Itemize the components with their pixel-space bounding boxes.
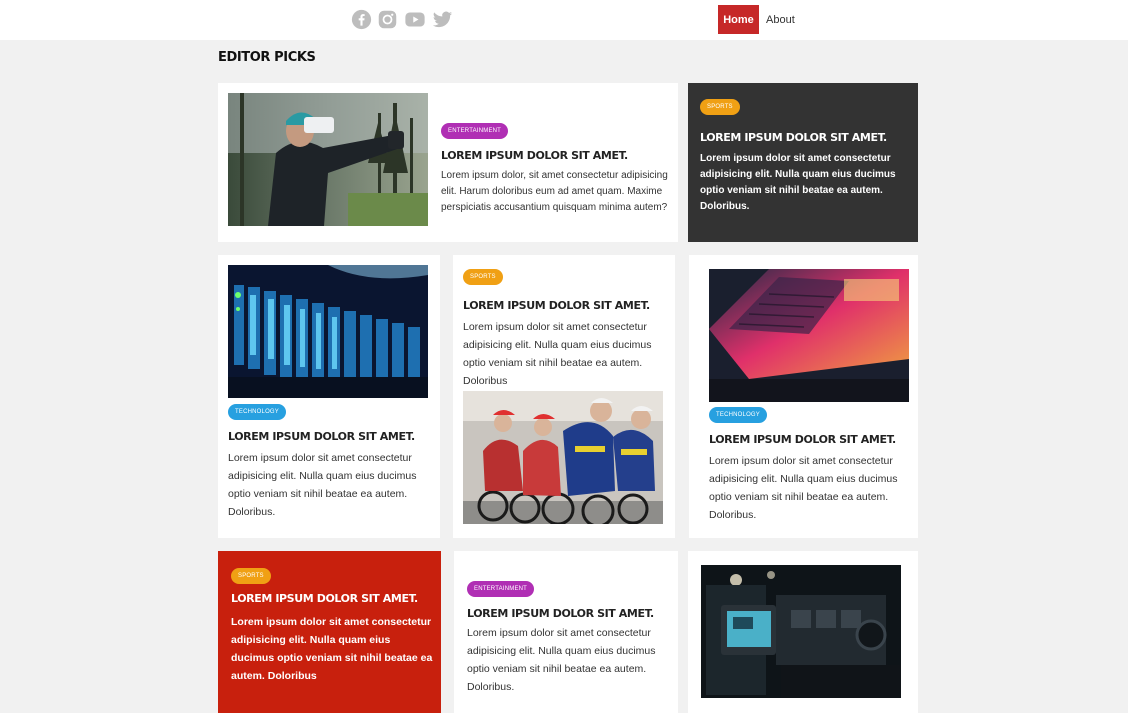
category-badge[interactable]: SPORTS	[700, 99, 740, 115]
vr-headset-image[interactable]	[228, 93, 428, 226]
article-card-laptop[interactable]: TECHNOLOGY LOREM IPSUM DOLOR SIT AMET. L…	[689, 255, 918, 538]
article-excerpt: Lorem ipsum dolor sit amet consectetur a…	[231, 616, 433, 682]
social-links	[351, 9, 453, 30]
section-title: EDITOR PICKS	[218, 50, 316, 65]
article-card-dark[interactable]: SPORTS LOREM IPSUM DOLOR SIT AMET. Lorem…	[688, 83, 918, 242]
category-badge[interactable]: SPORTS	[463, 269, 503, 285]
category-badge[interactable]: TECHNOLOGY	[228, 404, 287, 420]
cyclists-image[interactable]	[463, 391, 663, 524]
server-rack-image[interactable]	[228, 265, 428, 398]
facebook-icon[interactable]	[351, 9, 372, 30]
article-excerpt: Lorem ipsum dolor, sit amet consectetur …	[441, 170, 668, 213]
instagram-icon[interactable]	[377, 9, 398, 30]
article-excerpt: Lorem ipsum dolor sit amet consectetur a…	[467, 627, 656, 693]
article-excerpt: Lorem ipsum dolor sit amet consectetur a…	[463, 321, 652, 387]
video-camera-image[interactable]	[701, 565, 901, 698]
twitter-icon[interactable]	[432, 9, 453, 30]
category-badge[interactable]: SPORTS	[231, 568, 271, 584]
article-card-cycling[interactable]: SPORTS LOREM IPSUM DOLOR SIT AMET. Lorem…	[453, 255, 675, 538]
category-badge[interactable]: ENTERTAINMENT	[441, 123, 509, 139]
article-title[interactable]: LOREM IPSUM DOLOR SIT AMET.	[709, 433, 896, 446]
article-card-camera[interactable]	[688, 551, 918, 713]
laptop-image[interactable]	[709, 269, 909, 402]
article-card-server[interactable]: TECHNOLOGY LOREM IPSUM DOLOR SIT AMET. L…	[218, 255, 440, 538]
category-badge[interactable]: ENTERTAINMENT	[467, 581, 535, 597]
top-bar: Home About	[0, 0, 1128, 40]
article-card-entertainment[interactable]: ENTERTAINMENT LOREM IPSUM DOLOR SIT AMET…	[454, 551, 678, 713]
article-title[interactable]: LOREM IPSUM DOLOR SIT AMET.	[231, 592, 418, 605]
article-card-vr[interactable]: ENTERTAINMENT LOREM IPSUM DOLOR SIT AMET…	[218, 83, 678, 242]
article-card-red[interactable]: SPORTS LOREM IPSUM DOLOR SIT AMET. Lorem…	[218, 551, 441, 713]
article-title[interactable]: LOREM IPSUM DOLOR SIT AMET.	[441, 149, 628, 162]
article-title[interactable]: LOREM IPSUM DOLOR SIT AMET.	[700, 131, 887, 144]
nav-home[interactable]: Home	[718, 5, 759, 34]
article-excerpt: Lorem ipsum dolor sit amet consectetur a…	[228, 452, 417, 518]
nav-about[interactable]: About	[766, 5, 795, 34]
article-title[interactable]: LOREM IPSUM DOLOR SIT AMET.	[467, 607, 654, 620]
category-badge[interactable]: TECHNOLOGY	[709, 407, 768, 423]
article-excerpt: Lorem ipsum dolor sit amet consectetur a…	[700, 153, 896, 212]
article-title[interactable]: LOREM IPSUM DOLOR SIT AMET.	[463, 299, 650, 312]
youtube-icon[interactable]	[403, 9, 427, 30]
article-excerpt: Lorem ipsum dolor sit amet consectetur a…	[709, 455, 898, 521]
article-title[interactable]: LOREM IPSUM DOLOR SIT AMET.	[228, 430, 415, 443]
